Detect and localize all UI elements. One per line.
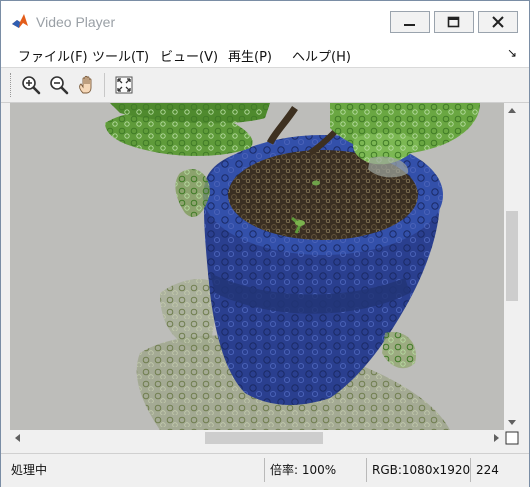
horizontal-scrollbar[interactable] xyxy=(10,430,504,446)
matlab-logo-icon xyxy=(12,14,28,28)
video-frame-image xyxy=(10,103,520,430)
video-format: RGB:1080x1920 xyxy=(372,463,471,477)
menu-bar: ファイル(F) ツール(T) ビュー(V) 再生(P) ヘルプ(H) ↘ xyxy=(1,39,529,68)
close-button[interactable] xyxy=(478,11,518,33)
minimize-icon xyxy=(404,24,415,26)
vertical-scroll-thumb[interactable] xyxy=(506,211,518,302)
status-text: 処理中 xyxy=(11,463,48,477)
status-separator xyxy=(264,458,265,482)
toolbar-separator xyxy=(104,73,105,97)
status-separator xyxy=(470,458,471,482)
toolbar xyxy=(1,68,529,103)
title-bar[interactable]: Video Player xyxy=(1,1,529,39)
dock-arrow-icon[interactable]: ↘ xyxy=(507,46,517,60)
toolbar-grip xyxy=(10,73,13,97)
fit-to-window-icon xyxy=(115,76,133,94)
scroll-corner xyxy=(504,430,520,446)
menu-tools[interactable]: ツール(T) xyxy=(92,46,149,65)
frame-number: 224 xyxy=(476,463,499,477)
menu-file[interactable]: ファイル(F) xyxy=(18,46,88,65)
zoom-out-icon xyxy=(50,76,69,95)
status-bar: 処理中 倍率: 100% RGB:1080x1920 224 xyxy=(1,453,529,487)
minimize-button[interactable] xyxy=(390,11,430,33)
menu-playback[interactable]: 再生(P) xyxy=(228,46,272,65)
scroll-corner-graphic xyxy=(505,431,519,445)
zoom-level: 倍率: 100% xyxy=(270,463,337,477)
maximize-button[interactable] xyxy=(434,11,474,33)
maximize-icon xyxy=(447,16,460,28)
video-player-window: Video Player ファイル(F) ツール(T) ビュー(V) 再生(P)… xyxy=(0,0,530,487)
close-icon xyxy=(492,16,504,28)
status-separator xyxy=(366,458,367,482)
menu-help[interactable]: ヘルプ(H) xyxy=(292,46,351,65)
fit-to-window-button[interactable] xyxy=(112,73,136,97)
pan-hand-icon xyxy=(79,75,92,94)
window-title: Video Player xyxy=(36,14,116,30)
pan-button[interactable] xyxy=(75,73,99,97)
video-frame[interactable] xyxy=(10,103,520,430)
vertical-scrollbar[interactable] xyxy=(504,103,520,430)
horizontal-scroll-thumb[interactable] xyxy=(204,432,323,444)
zoom-in-button[interactable] xyxy=(19,73,43,97)
menu-view[interactable]: ビュー(V) xyxy=(160,46,218,65)
zoom-in-icon xyxy=(22,76,41,95)
zoom-out-button[interactable] xyxy=(47,73,71,97)
